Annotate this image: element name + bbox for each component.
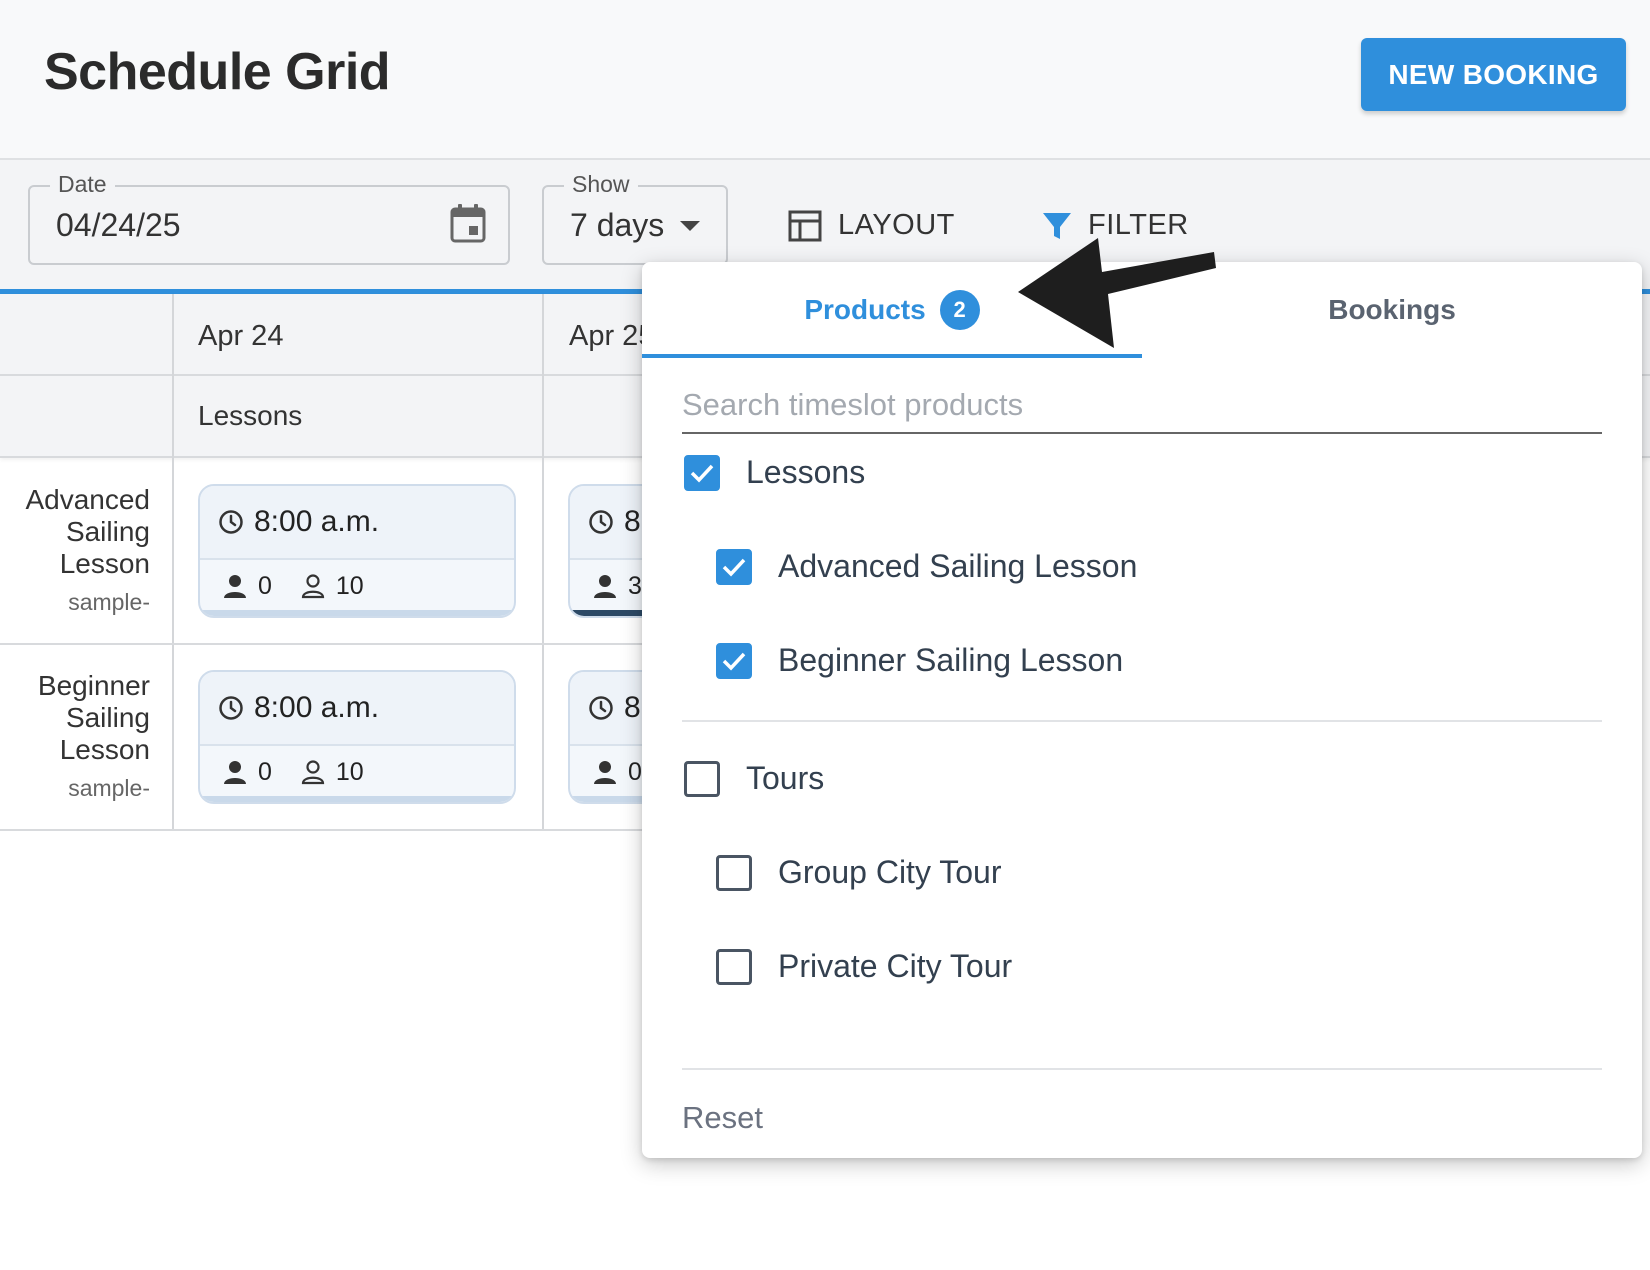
check-icon	[722, 558, 746, 577]
product-search-input[interactable]	[682, 378, 1602, 434]
footer-divider	[682, 1068, 1602, 1070]
filter-option[interactable]: Group City Tour	[716, 854, 1002, 891]
date-field-value: 04/24/25	[56, 207, 181, 243]
clock-icon	[219, 696, 243, 720]
check-icon	[722, 652, 746, 671]
group-divider	[682, 720, 1602, 722]
table-layout-icon	[788, 210, 822, 241]
active-tab-indicator	[642, 354, 1142, 358]
date-field[interactable]: Date 04/24/25	[28, 171, 510, 265]
filter-popover: Products 2 Bookings Lessons Advanced Sai…	[642, 262, 1642, 1158]
timeslot-fill-bar	[200, 610, 514, 616]
annotation-arrow-icon	[1018, 238, 1216, 348]
show-select[interactable]: Show 7 days	[542, 171, 728, 265]
checkbox-checked[interactable]	[716, 548, 752, 585]
layout-button-label: LAYOUT	[838, 209, 955, 241]
calendar-icon[interactable]	[450, 203, 486, 243]
column-divider	[172, 294, 174, 830]
checkbox-unchecked[interactable]	[684, 760, 720, 797]
booked-count: 3	[628, 571, 642, 600]
filter-option[interactable]: Private City Tour	[716, 948, 1012, 985]
checkbox-checked[interactable]	[716, 642, 752, 679]
person-outline-icon	[301, 574, 325, 599]
filter-option-label: Private City Tour	[778, 948, 1013, 984]
clock-icon	[589, 696, 613, 720]
checkbox-unchecked[interactable]	[716, 948, 752, 985]
filter-option-label: Lessons	[746, 454, 866, 490]
row-product-code: sample-	[68, 775, 150, 801]
clock-icon	[589, 510, 613, 534]
timeslot-time: 8	[624, 505, 641, 538]
timeslot-time: 8:00 a.m.	[254, 505, 380, 538]
checkbox-checked[interactable]	[684, 454, 720, 491]
person-filled-icon	[224, 575, 246, 598]
selected-count-badge: 2	[939, 290, 980, 330]
row-label: Advanced Sailing Lesson sample-	[0, 484, 150, 624]
booked-count: 0	[628, 757, 642, 786]
page-title: Schedule Grid	[44, 43, 391, 101]
column-divider	[542, 294, 544, 830]
timeslot-time: 8:00 a.m.	[254, 691, 380, 724]
row-product-name: Advanced Sailing Lesson sample-	[0, 484, 150, 618]
timeslot-fill-bar	[200, 796, 514, 802]
row-label: Beginner Sailing Lesson sample-	[0, 670, 150, 810]
reset-button[interactable]: Reset	[682, 1100, 763, 1136]
person-filled-icon	[224, 761, 246, 784]
chevron-down-icon	[680, 221, 700, 231]
filter-option-label: Beginner Sailing Lesson	[778, 642, 1124, 678]
filter-option-group[interactable]: Tours	[684, 760, 824, 797]
person-filled-icon	[594, 761, 616, 784]
product-group-header: Lessons	[198, 400, 303, 431]
row-divider	[0, 643, 642, 645]
clock-icon	[219, 510, 243, 534]
page-header: Schedule Grid NEW BOOKING	[0, 0, 1650, 160]
layout-button[interactable]: LAYOUT	[788, 209, 955, 242]
capacity-count: 10	[335, 757, 364, 786]
checkbox-unchecked[interactable]	[716, 854, 752, 891]
day-header: Apr 24	[198, 320, 284, 352]
booked-count: 0	[258, 571, 272, 600]
capacity-count: 10	[335, 571, 364, 600]
show-select-label: Show	[564, 171, 638, 198]
filter-option-label: Group City Tour	[778, 854, 1002, 890]
booked-count: 0	[258, 757, 272, 786]
timeslot-card[interactable]: 8:00 a.m. 0 10	[198, 484, 516, 618]
row-divider	[0, 829, 642, 831]
timeslot-card[interactable]: 8:00 a.m. 0 10	[198, 670, 516, 804]
filter-option-label: Tours	[746, 760, 825, 796]
row-product-name: Beginner Sailing Lesson sample-	[0, 670, 150, 804]
person-filled-icon	[594, 575, 616, 598]
person-outline-icon	[301, 760, 325, 785]
filter-option-label: Advanced Sailing Lesson	[778, 548, 1138, 584]
tab-bookings-label: Bookings	[1328, 294, 1456, 325]
tab-products-label: Products	[804, 294, 926, 325]
filter-option[interactable]: Advanced Sailing Lesson	[716, 548, 1137, 585]
filter-option-group[interactable]: Lessons	[684, 454, 865, 491]
row-product-code: sample-	[68, 589, 150, 615]
check-icon	[690, 464, 714, 483]
show-select-value: 7 days	[570, 207, 665, 243]
new-booking-button[interactable]: NEW BOOKING	[1361, 38, 1626, 111]
timeslot-time: 8	[624, 691, 641, 724]
date-field-label: Date	[50, 171, 115, 198]
filter-option[interactable]: Beginner Sailing Lesson	[716, 642, 1123, 679]
